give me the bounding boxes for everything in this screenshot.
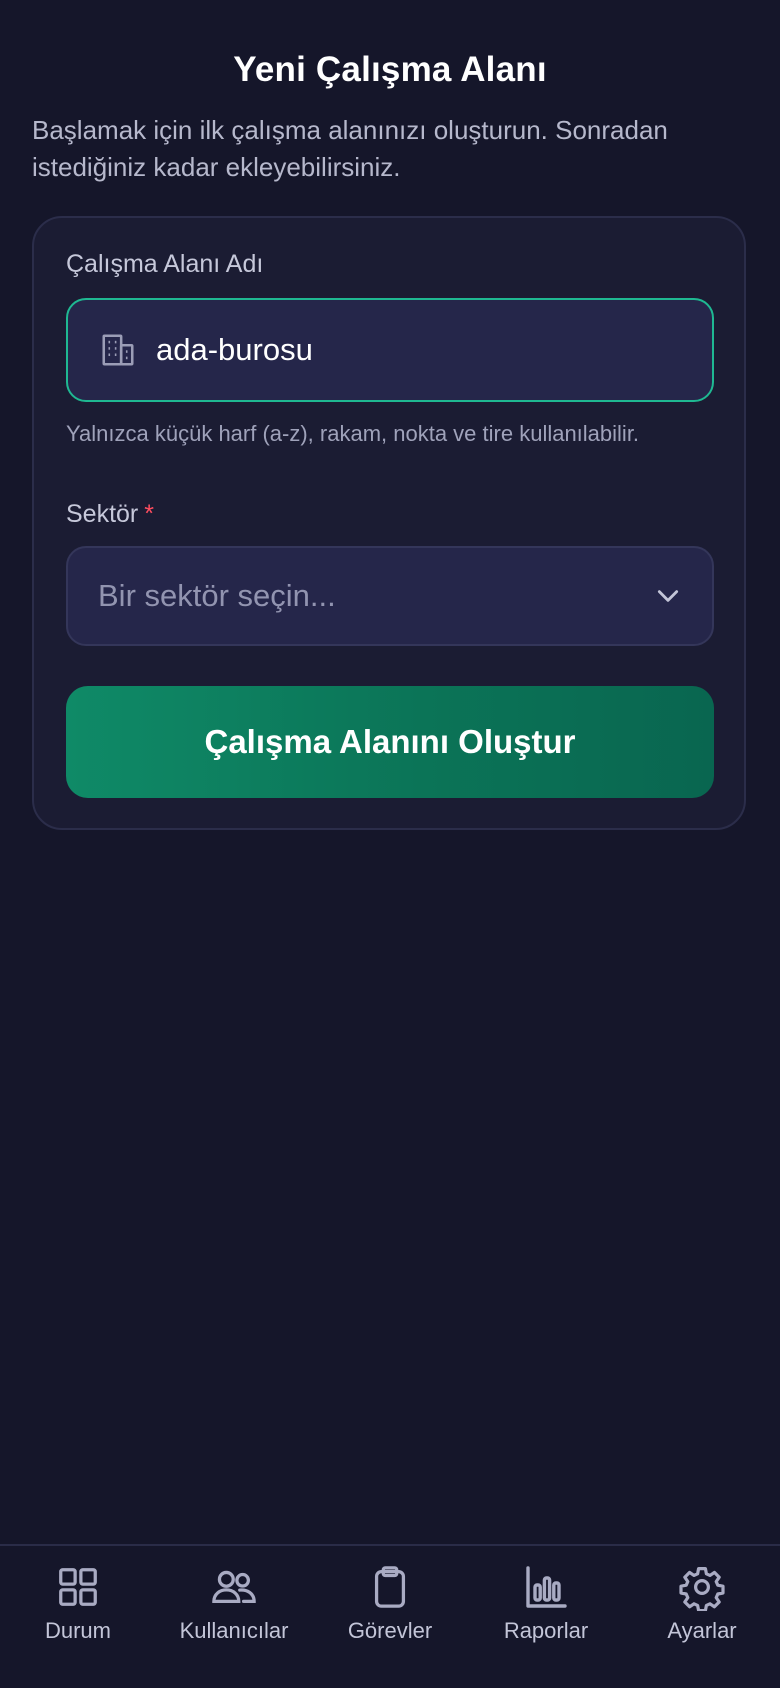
page-subtitle: Başlamak için ilk çalışma alanınızı oluş… <box>32 115 668 182</box>
page-title: Yeni Çalışma Alanı <box>233 50 547 89</box>
create-workspace-button[interactable]: Çalışma Alanını Oluştur <box>66 686 714 798</box>
sector-label-text: Sektör <box>66 500 139 528</box>
building-icon <box>98 330 138 370</box>
tab-durum[interactable]: Durum <box>0 1546 156 1688</box>
clipboard-icon <box>365 1562 415 1612</box>
workspace-form-card: Çalışma Alanı Adı ada-burosu Yalnızca kü… <box>32 216 746 830</box>
chevron-down-icon <box>654 582 682 610</box>
workspace-name-value: ada-burosu <box>156 332 313 367</box>
tab-label: Ayarlar <box>667 1618 737 1643</box>
tab-ayarlar[interactable]: Ayarlar <box>624 1546 780 1688</box>
users-icon <box>209 1562 259 1612</box>
tab-label: Kullanıcılar <box>179 1618 289 1643</box>
bar-chart-icon <box>521 1562 571 1612</box>
sector-placeholder: Bir sektör seçin... <box>98 578 336 613</box>
sector-label: Sektör * <box>66 500 154 529</box>
workspace-name-hint: Yalnızca küçük harf (a-z), rakam, nokta … <box>66 421 640 446</box>
workspace-name-input[interactable]: ada-burosu <box>66 298 714 402</box>
gear-icon <box>677 1562 727 1612</box>
tab-raporlar[interactable]: Raporlar <box>468 1546 624 1688</box>
bottom-tab-bar: Durum Kullanıcılar Görevler Raporlar Aya… <box>0 1544 780 1688</box>
required-asterisk: * <box>144 500 154 528</box>
tab-gorevler[interactable]: Görevler <box>312 1546 468 1688</box>
tab-label: Görevler <box>347 1618 433 1643</box>
sector-select[interactable]: Bir sektör seçin... <box>66 546 714 646</box>
workspace-name-label: Çalışma Alanı Adı <box>66 250 264 278</box>
grid-icon <box>53 1562 103 1612</box>
tab-label: Raporlar <box>503 1618 589 1643</box>
tab-label: Durum <box>44 1618 111 1643</box>
tab-kullanicilar[interactable]: Kullanıcılar <box>156 1546 312 1688</box>
